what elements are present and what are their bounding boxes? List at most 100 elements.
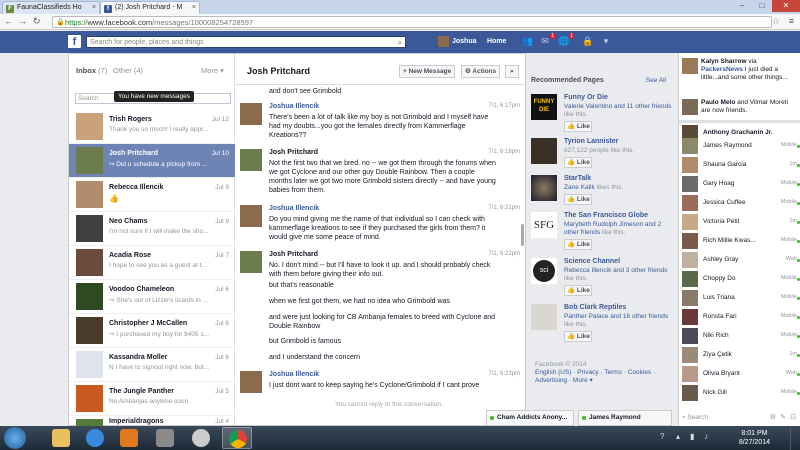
see-all-link[interactable]: See All bbox=[646, 77, 666, 84]
search-icon[interactable]: ⌕ bbox=[398, 37, 402, 48]
hide-sidebar-icon[interactable]: ⊡ bbox=[790, 413, 796, 421]
tray-arrow-icon[interactable]: ▴ bbox=[676, 432, 680, 441]
menu-icon[interactable]: ≡ bbox=[789, 16, 794, 26]
contact-item[interactable]: Ziya Çetik 1m bbox=[679, 346, 800, 365]
tab-facebook[interactable]: f (2) Josh Pritchard - M × bbox=[100, 1, 200, 14]
contact-item[interactable]: James Raymond Mobile bbox=[679, 137, 800, 156]
like-button[interactable]: 👍 Like bbox=[564, 157, 592, 168]
thread-item[interactable]: Neo Chams I'm not sure if I will make th… bbox=[69, 212, 235, 246]
new-group-icon[interactable]: ✎ bbox=[780, 413, 786, 421]
page-name[interactable]: StarTalk bbox=[564, 175, 591, 182]
sender-name[interactable]: Josh Pritchard bbox=[269, 251, 318, 258]
network-icon[interactable]: ▮ bbox=[690, 432, 694, 441]
home-link[interactable]: Home bbox=[487, 36, 506, 48]
chat-tab-cham-addicts[interactable]: Cham Addicts Anony... bbox=[486, 410, 574, 426]
contact-item[interactable]: Ashley Gray Web bbox=[679, 251, 800, 270]
page-name[interactable]: Science Channel bbox=[564, 258, 620, 265]
minimize-icon[interactable]: – bbox=[732, 0, 752, 12]
more-dropdown[interactable]: More ▾ bbox=[201, 66, 224, 75]
ie-taskbar-button[interactable] bbox=[80, 427, 110, 449]
sender-name[interactable]: Joshua Illencik bbox=[269, 371, 319, 378]
thread-item[interactable]: Acadia Rose I hope to see you as a guest… bbox=[69, 246, 235, 280]
app-taskbar-button[interactable] bbox=[150, 427, 180, 449]
chrome-taskbar-button[interactable] bbox=[222, 427, 252, 449]
page-thumbnail[interactable] bbox=[531, 304, 557, 330]
page-thumbnail[interactable] bbox=[531, 138, 557, 164]
media-player-taskbar-button[interactable] bbox=[114, 427, 144, 449]
contact-item[interactable]: Nick Gill Mobile bbox=[679, 384, 800, 403]
contact-item[interactable]: Ronsta Fari Mobile bbox=[679, 308, 800, 327]
close-window-icon[interactable]: ✕ bbox=[772, 0, 800, 12]
page-name[interactable]: Bob Clark Reptiles bbox=[564, 304, 626, 311]
like-button[interactable]: 👍 Like bbox=[564, 121, 592, 132]
notifications-badge: 1 bbox=[569, 33, 574, 39]
url-field[interactable]: 🔒 https://www.facebook.com/messages/1000… bbox=[52, 16, 772, 28]
like-button[interactable]: 👍 Like bbox=[564, 285, 592, 296]
tab-faunaclassifieds[interactable]: F FaunaClassifieds Ho × bbox=[2, 1, 100, 14]
chat-tab-james-raymond[interactable]: James Raymond bbox=[578, 410, 672, 426]
contact-item[interactable]: Choppy Do Mobile bbox=[679, 270, 800, 289]
contact-item[interactable]: Jessica Cuffee Mobile bbox=[679, 194, 800, 213]
like-button[interactable]: 👍 Like bbox=[564, 239, 592, 250]
page-thumbnail[interactable] bbox=[531, 175, 557, 201]
settings-chevron-icon[interactable]: ▾ bbox=[600, 36, 612, 47]
contact-item[interactable]: Olivia Bryant Web bbox=[679, 365, 800, 384]
page-name[interactable]: Tyrion Lannister bbox=[564, 138, 618, 145]
ticker-story[interactable]: Paulo Melo and Vilmar Moreti are now fri… bbox=[679, 99, 797, 119]
thread-item[interactable]: The Jungle Panther No Ambanjas anytime s… bbox=[69, 382, 235, 416]
notifications-icon[interactable]: 🌐 1 bbox=[558, 33, 574, 47]
contact-item[interactable]: Gary Hoag Mobile bbox=[679, 175, 800, 194]
explorer-taskbar-button[interactable] bbox=[46, 427, 76, 449]
reload-icon[interactable]: ↻ bbox=[33, 16, 41, 27]
friend-requests-icon[interactable]: 👥 bbox=[522, 36, 534, 47]
taskbar-clock[interactable]: 8:01 PM 8/27/2014 bbox=[739, 429, 770, 447]
contact-item[interactable]: Niki Rich Mobile bbox=[679, 327, 800, 346]
facebook-search-input[interactable]: Search for people, places and things ⌕ bbox=[86, 36, 406, 48]
contact-item[interactable]: Shauna Garcia 1m bbox=[679, 156, 800, 175]
tab-close-icon[interactable]: × bbox=[92, 4, 96, 11]
inbox-tab[interactable]: Inbox (7) bbox=[76, 66, 107, 75]
hp-taskbar-button[interactable] bbox=[186, 427, 216, 449]
page-thumbnail[interactable]: sci bbox=[531, 258, 557, 284]
maximize-icon[interactable]: □ bbox=[752, 0, 772, 12]
contact-item[interactable]: Luis Triana Mobile bbox=[679, 289, 800, 308]
sender-name[interactable]: Joshua Illencik bbox=[269, 205, 319, 212]
other-tab[interactable]: Other (4) bbox=[113, 66, 143, 75]
thread-item[interactable]: Rebecca Illencik 👍 Jul 9 bbox=[69, 178, 235, 212]
thread-item[interactable]: Kassandra Moller N I have to signout rig… bbox=[69, 348, 235, 382]
sender-name[interactable]: Josh Pritchard bbox=[269, 149, 318, 156]
chat-settings-icon[interactable]: ⚙ bbox=[770, 413, 776, 421]
show-desktop-button[interactable] bbox=[790, 426, 800, 450]
contact-item[interactable]: Rich Millie Kwas... Mobile bbox=[679, 232, 800, 251]
footer-links[interactable]: English (US) · Privacy · Terms · Cookies… bbox=[535, 369, 665, 385]
bookmark-star-icon[interactable]: ☆ bbox=[772, 16, 780, 27]
thread-item[interactable]: Voodoo Chameleon ↪ She's out of Lizzie's… bbox=[69, 280, 235, 314]
chat-search-input[interactable]: ⌕ Search bbox=[682, 414, 708, 422]
sender-name[interactable]: Joshua Illencik bbox=[269, 103, 319, 110]
actions-button[interactable]: ⚙ Actions bbox=[461, 65, 501, 78]
page-thumbnail[interactable]: SFG bbox=[531, 212, 557, 238]
scrollbar[interactable] bbox=[521, 224, 524, 246]
page-name[interactable]: Funny Or Die bbox=[564, 94, 608, 101]
thread-item-selected[interactable]: Josh Pritchard ↪ Did u schedule a pickup… bbox=[69, 144, 235, 178]
forward-icon[interactable]: → bbox=[18, 16, 27, 26]
like-button[interactable]: 👍 Like bbox=[564, 331, 592, 342]
tab-close-icon[interactable]: × bbox=[192, 4, 196, 11]
search-conversation-icon[interactable]: ⌕ bbox=[505, 65, 519, 78]
messages-icon[interactable]: ✉ 1 bbox=[539, 33, 555, 47]
help-icon[interactable]: ? bbox=[660, 432, 664, 441]
volume-icon[interactable]: ♪ bbox=[704, 432, 708, 441]
facebook-logo[interactable]: f bbox=[68, 35, 81, 48]
privacy-shortcuts-icon[interactable]: 🔒 bbox=[582, 36, 594, 47]
new-message-button[interactable]: + New Message bbox=[399, 65, 456, 78]
page-thumbnail[interactable]: FUNNY DIE bbox=[531, 94, 557, 120]
like-button[interactable]: 👍 Like bbox=[564, 194, 592, 205]
ticker-story[interactable]: Kalyn Sharrow via PackersNews I just die… bbox=[679, 58, 797, 90]
profile-link[interactable]: Joshua bbox=[438, 36, 477, 48]
thread-item[interactable]: Trish Rogers Thank you so much! I really… bbox=[69, 110, 235, 144]
back-icon[interactable]: ← bbox=[4, 16, 13, 26]
thread-item[interactable]: Christopher J McCallen ↪ I purchased my … bbox=[69, 314, 235, 348]
contact-item[interactable]: Victoria Petit 1m bbox=[679, 213, 800, 232]
start-button[interactable] bbox=[4, 427, 26, 449]
page-name[interactable]: The San Francisco Globe bbox=[564, 212, 648, 219]
